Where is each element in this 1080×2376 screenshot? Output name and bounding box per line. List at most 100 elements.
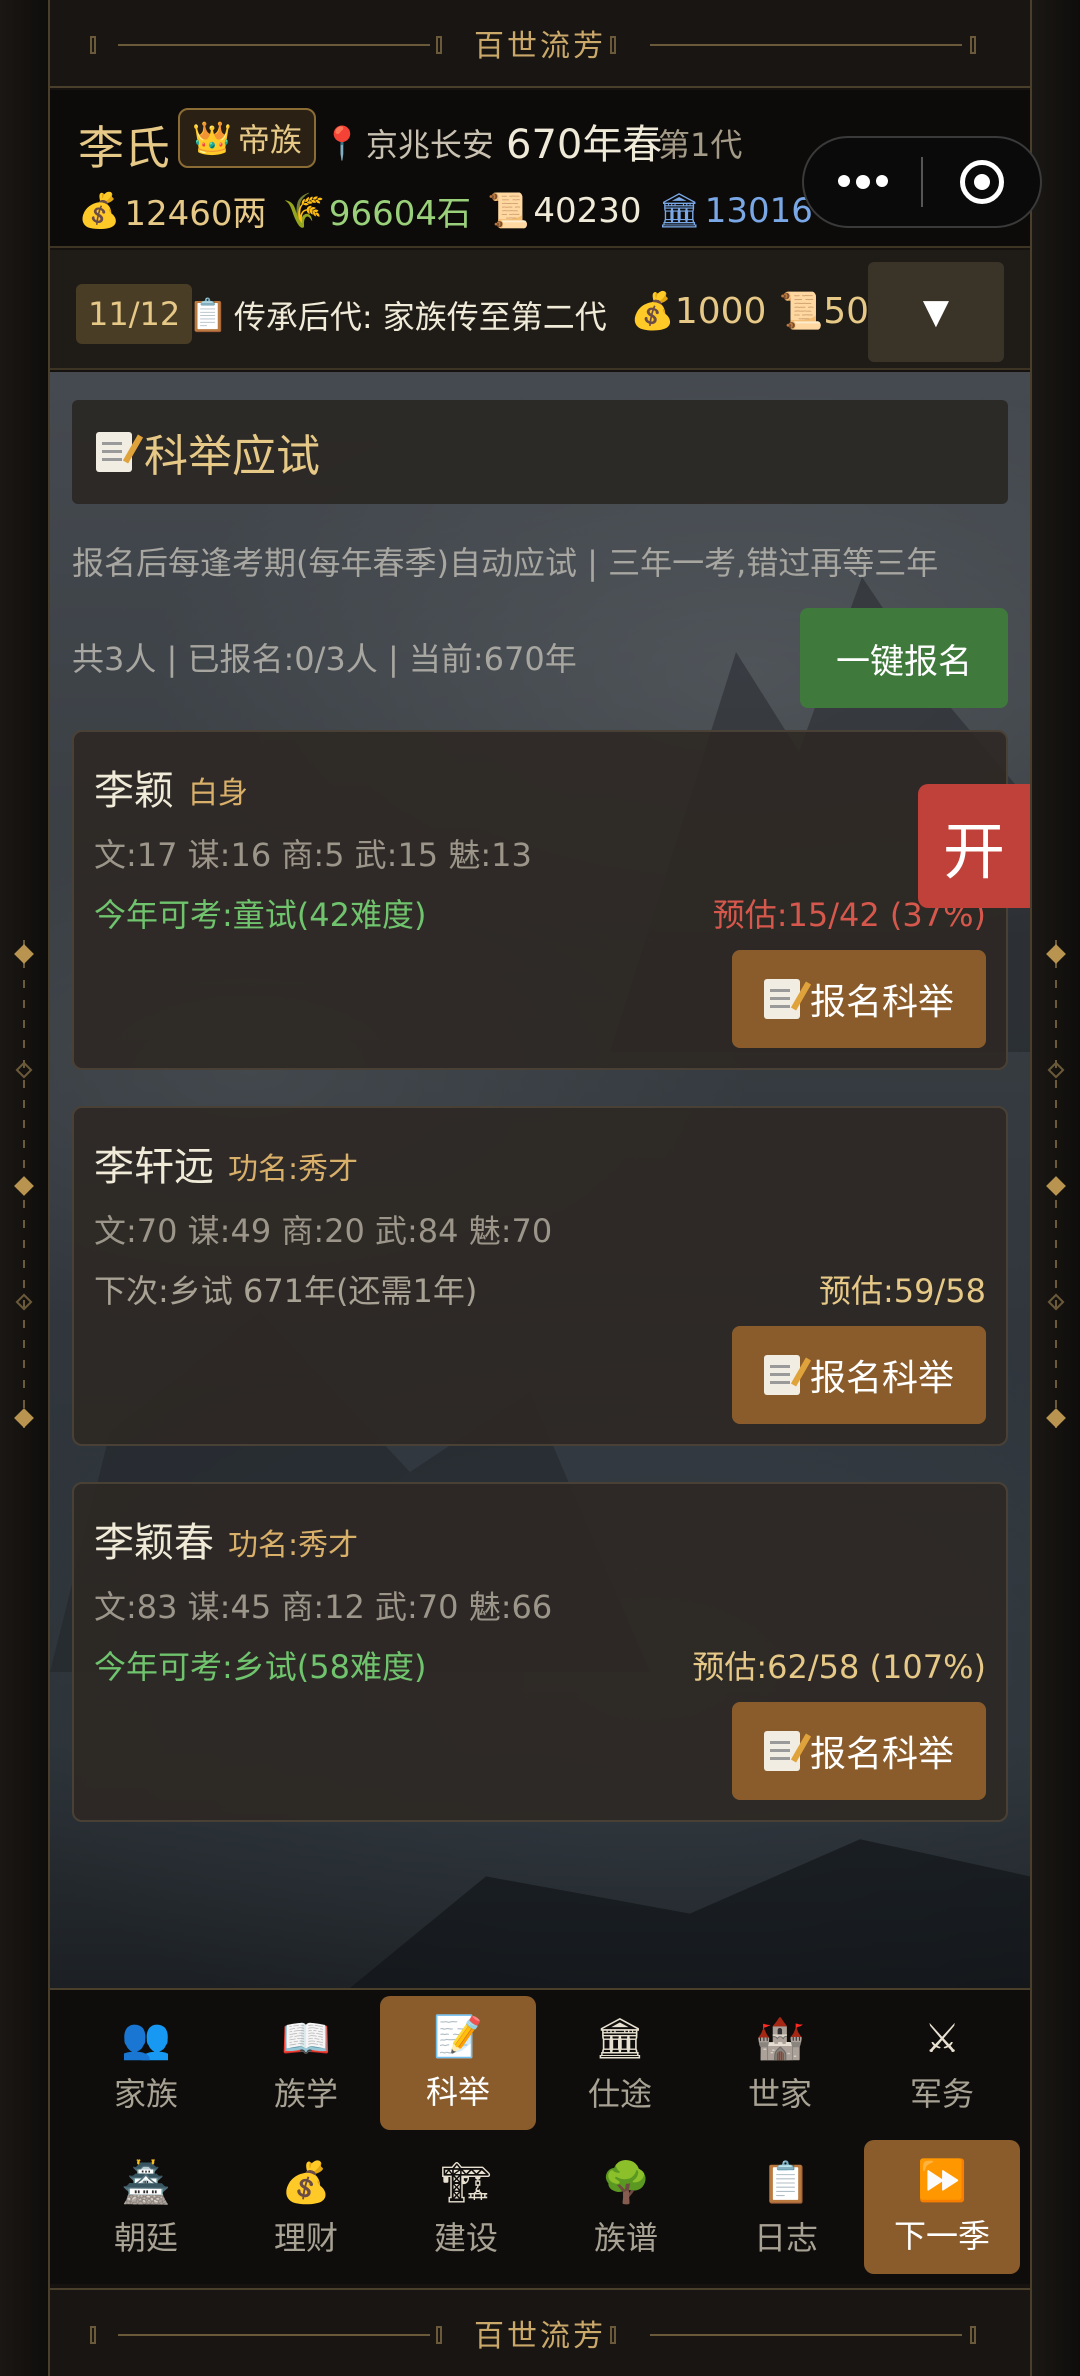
prestige-icon: 🏛 <box>657 190 701 231</box>
rail-diamond <box>15 1061 33 1079</box>
memo-icon <box>763 979 800 1019</box>
memo-icon: 📝 <box>433 2014 483 2060</box>
enroll-exam-button[interactable]: 报名科举 <box>732 1702 986 1800</box>
memo-icon <box>96 432 132 472</box>
candidate-stats: 文:17 谋:16 商:5 武:15 魅:13 <box>94 836 532 874</box>
crown-icon: 👑 <box>192 119 232 157</box>
exam-panel: 科举应试 开 报名后每逢考期(每年春季)自动应试 | 三年一考,错过再等三年 共… <box>50 372 1030 1988</box>
rail-diamond <box>14 944 34 964</box>
rail-diamond <box>14 1408 34 1428</box>
location: 📍 京兆长安 <box>322 120 494 166</box>
scroll-icon: 📜 <box>487 190 530 231</box>
nav-exam[interactable]: 📝 科举 <box>380 1996 536 2130</box>
close-miniprogram-button[interactable] <box>923 138 1040 226</box>
candidate-estimate: 预估:62/58 (107%) <box>692 1648 986 1686</box>
crossed-swords-icon: ⚔ <box>924 2016 960 2062</box>
section-header: 科举应试 <box>72 400 1008 504</box>
bottom-nav: 👥 家族 📖 族学 📝 科举 🏛 仕途 🏰 世家 ⚔ 军务 🏯 朝廷 💰 理财 … <box>50 1988 1030 2284</box>
target-icon <box>959 160 1004 204</box>
nav-noble-houses[interactable]: 🏰 世家 <box>702 1998 858 2132</box>
rail-diamond <box>1046 1176 1066 1196</box>
generation: 第1代 <box>658 126 743 164</box>
scroll-icon: 📜 <box>778 291 824 332</box>
candidate-name: 李轩远 <box>94 1144 214 1190</box>
tree-icon: 🌳 <box>601 2160 651 2206</box>
quest-rewards: 💰1000 📜500 <box>630 290 892 332</box>
candidate-card: 李颖春 功名:秀才 文:83 谋:45 商:12 武:70 魅:66 今年可考:… <box>72 1482 1008 1822</box>
more-dots-icon <box>837 175 888 189</box>
nav-genealogy[interactable]: 🌳 族谱 <box>548 2142 704 2276</box>
rank-label: 帝族 <box>237 121 302 159</box>
miniprogram-capsule <box>802 136 1042 228</box>
castle-icon: 🏰 <box>755 2016 805 2062</box>
next-season-button[interactable]: ⏩ 下一季 <box>864 2140 1020 2274</box>
book-icon: 📖 <box>281 2016 331 2062</box>
shore-backdrop <box>350 1839 1030 1988</box>
quest-bar: 11/12 📋 传承后代: 家族传至第二代 💰1000 📜500 ▼ <box>50 250 1030 370</box>
family-header: 李氏 👑 帝族 📍 京兆长安 670年春 第1代 💰 12460两 🌾 9660… <box>50 90 1042 248</box>
candidate-rank: 功名:秀才 <box>228 1152 359 1187</box>
enroll-exam-button[interactable]: 报名科举 <box>732 1326 986 1424</box>
family-icon: 👥 <box>121 2016 171 2062</box>
rail-diamond <box>1046 944 1066 964</box>
resource-silver: 💰 12460两 <box>78 190 267 235</box>
resource-prestige: 🏛 13016 <box>657 190 813 231</box>
money-bag-icon: 💰 <box>630 291 675 332</box>
quest-expand-button[interactable]: ▼ <box>868 262 1004 362</box>
candidate-status: 下次:乡试 671年(还需1年) <box>94 1272 478 1310</box>
nav-career[interactable]: 🏛 仕途 <box>542 1998 698 2132</box>
quest-progress: 11/12 <box>76 284 193 344</box>
resource-bar: 💰 12460两 🌾 96604石 📜 40230 🏛 13016 <box>78 186 813 235</box>
open-side-tab[interactable]: 开 <box>918 784 1030 908</box>
banner-title: 百世流芳 <box>474 2319 606 2354</box>
app-frame: 百世流芳 李氏 👑 帝族 📍 京兆长安 670年春 第1代 💰 12460两 🌾… <box>50 0 1042 2376</box>
candidate-card: 李轩远 功名:秀才 文:70 谋:49 商:20 武:84 魅:70 下次:乡试… <box>72 1106 1008 1446</box>
candidate-stats: 文:70 谋:49 商:20 武:84 魅:70 <box>94 1212 553 1250</box>
more-menu-button[interactable] <box>804 138 921 226</box>
memo-icon <box>763 1355 800 1395</box>
nav-military[interactable]: ⚔ 军务 <box>864 1998 1020 2132</box>
rail-diamond <box>1047 1293 1065 1311</box>
clipboard-icon: 📋 <box>188 296 228 334</box>
nav-finance[interactable]: 💰 理财 <box>228 2142 384 2276</box>
pin-icon: 📍 <box>322 124 362 162</box>
candidate-estimate: 预估:59/58 <box>818 1272 986 1310</box>
nav-family[interactable]: 👥 家族 <box>68 1998 224 2132</box>
section-title: 科举应试 <box>144 431 320 482</box>
money-bag-icon: 💰 <box>78 190 121 231</box>
nav-construction[interactable]: 🏗 建设 <box>388 2142 544 2276</box>
enroll-exam-button[interactable]: 报名科举 <box>732 950 986 1048</box>
rank-badge: 👑 帝族 <box>178 108 316 168</box>
palace-icon: 🏯 <box>121 2160 171 2206</box>
banner-title: 百世流芳 <box>474 29 606 64</box>
rail-diamond <box>1047 1061 1065 1079</box>
nav-clan-school[interactable]: 📖 族学 <box>228 1998 384 2132</box>
candidate-status: 今年可考:乡试(58难度) <box>94 1648 427 1686</box>
clipboard-icon: 📋 <box>761 2160 811 2206</box>
nav-log[interactable]: 📋 日志 <box>708 2142 864 2276</box>
candidate-status: 今年可考:童试(42难度) <box>94 896 427 934</box>
candidate-name: 李颖春 <box>94 1520 214 1566</box>
money-bag-icon: 💰 <box>281 2160 331 2206</box>
location-label: 京兆长安 <box>365 126 494 164</box>
nav-court[interactable]: 🏯 朝廷 <box>68 2142 224 2276</box>
rail-diamond <box>15 1293 33 1311</box>
enroll-summary: 共3人 | 已报名:0/3人 | 当前:670年 <box>72 640 577 678</box>
candidate-rank: 白身 <box>188 776 248 811</box>
triangle-down-icon: ▼ <box>922 292 950 332</box>
fast-forward-icon: ⏩ <box>917 2158 967 2204</box>
candidate-stats: 文:83 谋:45 商:12 武:70 魅:66 <box>94 1588 553 1626</box>
rail-diamond <box>14 1176 34 1196</box>
bottom-banner: 百世流芳 <box>50 2288 1030 2376</box>
candidate-rank: 功名:秀才 <box>228 1528 359 1563</box>
candidate-name: 李颖 <box>94 768 174 814</box>
quest-title: 📋 传承后代: 家族传至第二代 <box>188 296 607 336</box>
family-surname: 李氏 <box>78 121 170 175</box>
crane-icon: 🏗 <box>440 2160 492 2206</box>
exam-hint: 报名后每逢考期(每年春季)自动应试 | 三年一考,错过再等三年 <box>72 544 939 582</box>
enroll-all-button[interactable]: 一键报名 <box>800 608 1008 708</box>
resource-scroll: 📜 40230 <box>487 190 642 231</box>
right-rail <box>1030 0 1080 2376</box>
government-building-icon: 🏛 <box>594 2016 646 2062</box>
left-rail <box>0 0 50 2376</box>
